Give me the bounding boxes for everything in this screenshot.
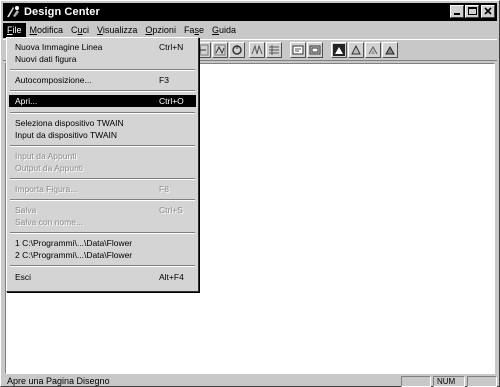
window-title: Design Center — [24, 6, 100, 18]
status-pane-empty-2 — [467, 375, 497, 387]
mode-b-icon — [351, 44, 361, 55]
menu-item-salva: Salva Ctrl+S — [15, 205, 183, 215]
menu-item-salva-con-nome: Salva con nome... — [15, 217, 84, 227]
menu-separator — [10, 90, 195, 92]
mode-a-icon — [333, 44, 345, 56]
stitch-a-icon — [251, 44, 263, 55]
close-icon — [484, 7, 492, 15]
caption-buttons — [449, 5, 495, 18]
menu-separator — [10, 145, 195, 147]
menu-item-recent-1[interactable]: 1 C:\Programmi\...\Data\Flower — [9, 237, 196, 249]
maximize-button[interactable] — [465, 5, 479, 18]
menu-item-recent-2[interactable]: 2 C:\Programmi\...\Data\Flower — [9, 249, 196, 261]
view-b-icon — [309, 45, 321, 55]
menu-separator — [10, 178, 195, 180]
mode-a-button[interactable] — [331, 42, 347, 58]
menu-bar: File Modifica Cuci Visualizza Opzioni Fa… — [3, 23, 497, 38]
menu-fase[interactable]: Fase — [180, 23, 208, 38]
stitch-b-button[interactable] — [266, 42, 282, 58]
stitch-b-icon — [269, 45, 279, 55]
menu-item-autocomposizione[interactable]: Autocomposizione... F3 — [9, 74, 196, 86]
minimize-icon — [454, 13, 460, 15]
view-a-icon — [292, 45, 304, 55]
menu-separator — [10, 265, 195, 267]
menu-item-apri[interactable]: Apri... Ctrl+O — [9, 95, 196, 107]
title-bar[interactable]: Design Center — [3, 3, 497, 21]
menu-item-importa-figura: Importa Figura... F8 — [15, 184, 169, 194]
stitch-a-button[interactable] — [249, 42, 265, 58]
menu-separator — [10, 199, 195, 201]
menu-cuci[interactable]: Cuci — [67, 23, 93, 38]
file-menu-dropdown: Nuova Immagine Linea Ctrl+N Nuovi dati fi… — [6, 37, 199, 292]
tool-c-button[interactable] — [212, 42, 228, 58]
view-b-button[interactable] — [307, 42, 323, 58]
rotate-button[interactable] — [229, 42, 245, 58]
menu-opzioni[interactable]: Opzioni — [141, 23, 180, 38]
menu-visualizza[interactable]: Visualizza — [93, 23, 141, 38]
status-pane-empty-1 — [401, 375, 431, 387]
menu-guida[interactable]: Guida — [208, 23, 240, 38]
menu-item-input-appunti: Input da Appunti — [15, 151, 77, 161]
mode-c-button[interactable] — [365, 42, 381, 58]
app-icon[interactable] — [5, 4, 21, 20]
menu-item-nuovi-dati-figura[interactable]: Nuovi dati figura — [9, 53, 196, 65]
menu-item-esci[interactable]: Esci Alt+F4 — [9, 271, 196, 283]
menu-item-output-appunti: Output da Appunti — [15, 163, 84, 173]
mode-c-icon — [368, 45, 378, 55]
menu-separator — [10, 232, 195, 234]
maximize-icon — [468, 7, 477, 15]
close-button[interactable] — [481, 5, 495, 18]
mode-b-button[interactable] — [348, 42, 364, 58]
menu-item-seleziona-twain[interactable]: Seleziona dispositivo TWAIN — [9, 117, 196, 129]
tool-c-icon — [214, 44, 226, 56]
menu-item-input-twain[interactable]: Input da dispositivo TWAIN — [9, 129, 196, 141]
num-lock-indicator: NUM — [433, 375, 465, 387]
menu-file[interactable]: File — [3, 23, 26, 38]
status-bar: Apre una Pagina Disegno NUM — [3, 375, 497, 387]
menu-modifica[interactable]: Modifica — [26, 23, 68, 38]
menu-separator — [10, 69, 195, 71]
view-a-button[interactable] — [290, 42, 306, 58]
status-message: Apre una Pagina Disegno — [7, 376, 110, 386]
mode-d-button[interactable] — [382, 42, 398, 58]
mode-d-icon — [385, 45, 395, 55]
rotate-icon — [232, 45, 242, 55]
menu-separator — [10, 112, 195, 114]
minimize-button[interactable] — [450, 5, 464, 18]
menu-item-nuova-immagine-linea[interactable]: Nuova Immagine Linea Ctrl+N — [9, 41, 196, 53]
